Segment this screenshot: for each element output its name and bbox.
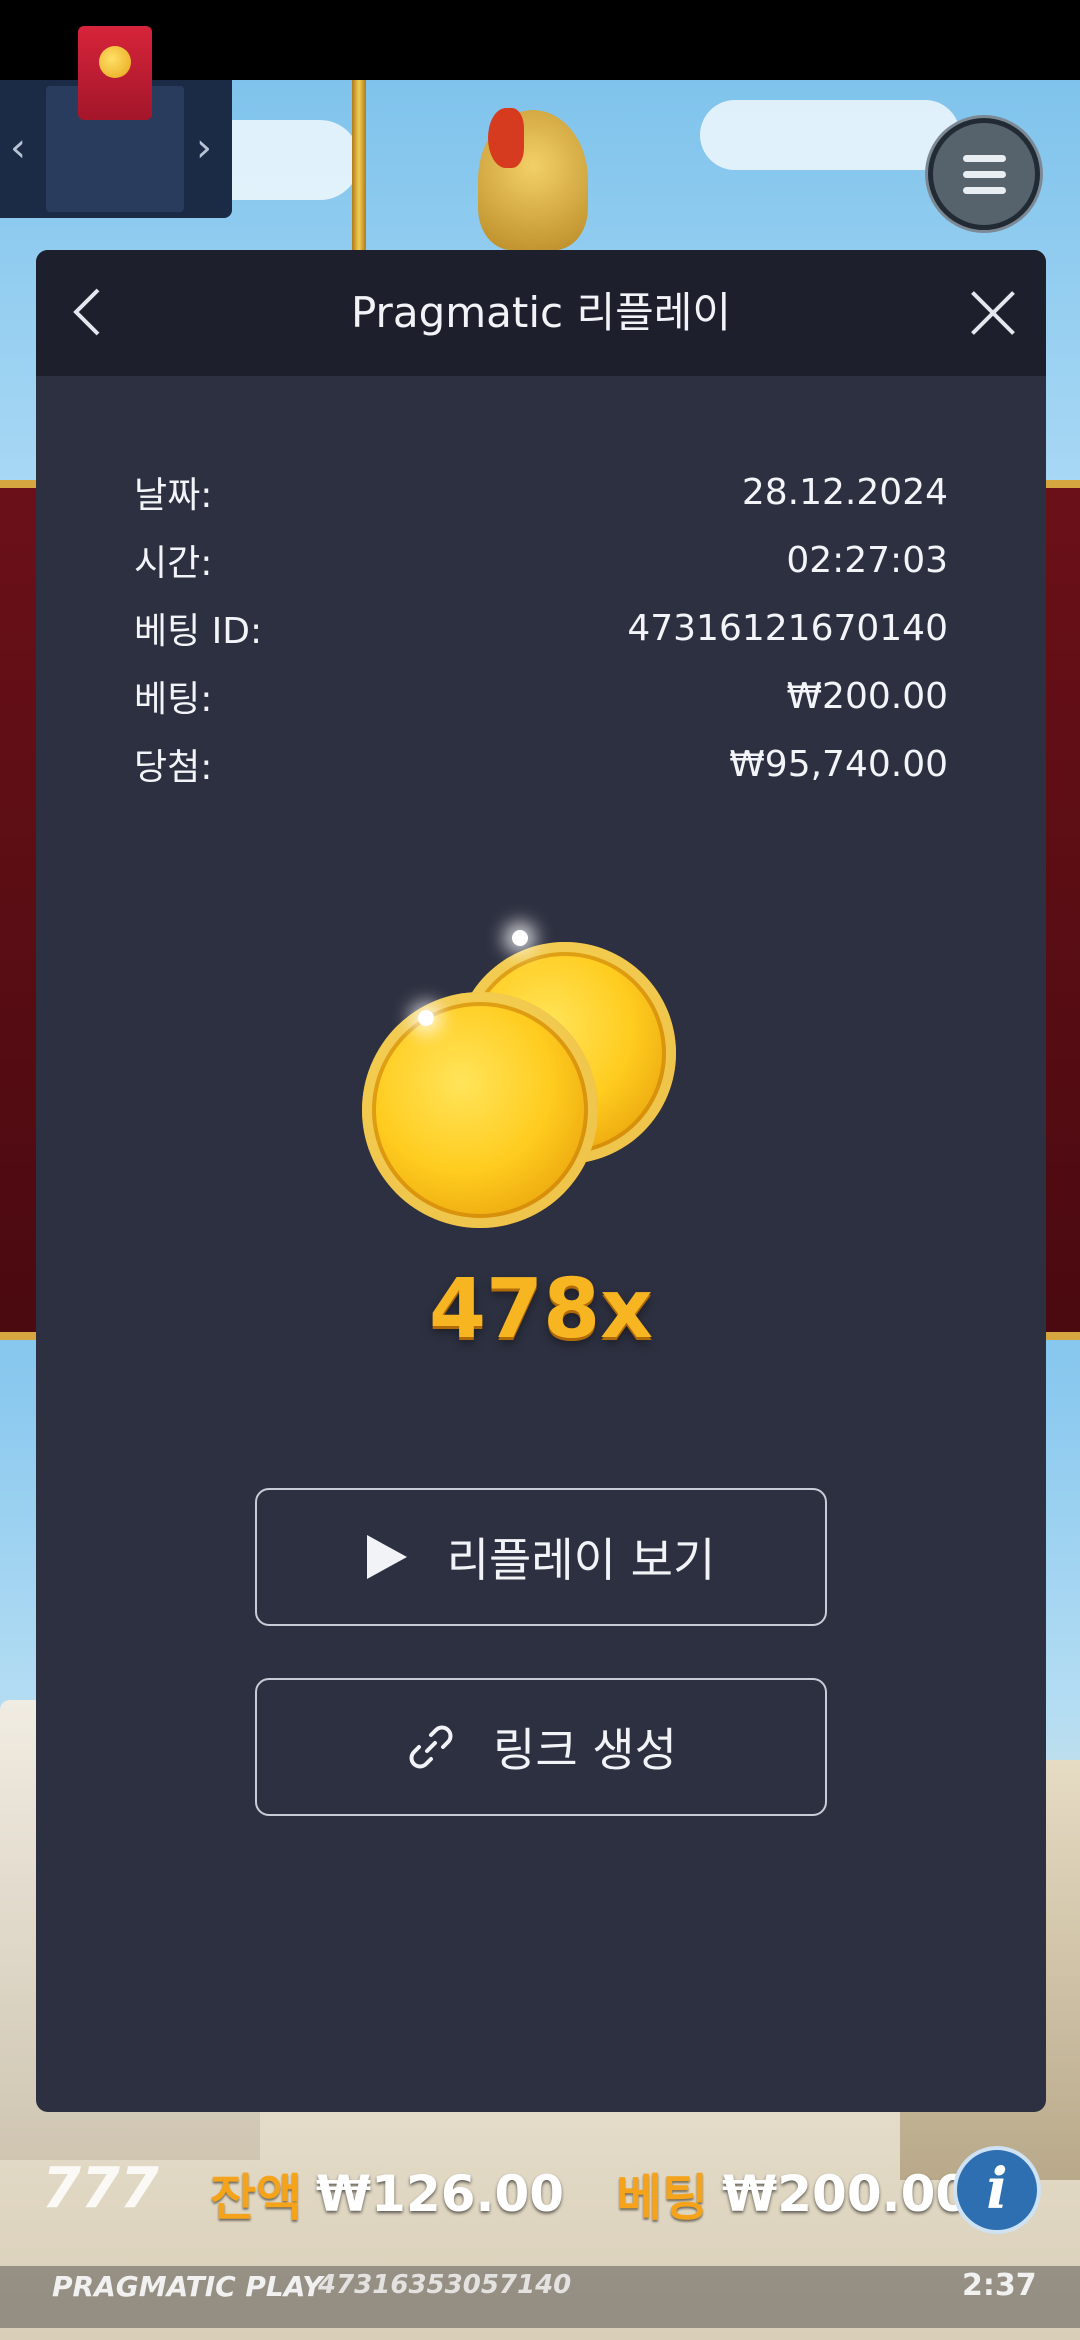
info-icon[interactable]: i: [953, 2146, 1041, 2234]
detail-row-bet-id: 베팅 ID: 47316121670140: [134, 594, 948, 662]
detail-label: 날짜:: [134, 475, 213, 516]
helmet-plume: [488, 108, 524, 168]
menu-bar: [963, 187, 1006, 194]
create-link-button[interactable]: 링크 생성: [255, 1678, 827, 1816]
balance-value: ₩126.00: [316, 2165, 565, 2223]
game-screen: ‹ › Pragmatic 리플레이 날짜: 28.12.2024 시간: 02…: [0, 0, 1080, 2340]
replay-modal: Pragmatic 리플레이 날짜: 28.12.2024 시간: 02:27:…: [36, 250, 1046, 2112]
detail-label: 시간:: [134, 543, 213, 584]
detail-value: 28.12.2024: [741, 471, 948, 513]
cloud: [700, 100, 960, 170]
balance-row: 잔액 ₩126.00 베팅 ₩200.00: [210, 2162, 971, 2227]
spear-decoration: [352, 80, 366, 250]
chevron-left-icon[interactable]: ‹: [10, 120, 26, 176]
bet-label: 베팅: [616, 2169, 709, 2227]
bet-value: ₩200.00: [722, 2165, 971, 2223]
detail-value: ₩200.00: [786, 675, 948, 717]
win-multiplier: 478x: [428, 1262, 654, 1357]
detail-label: 당첨:: [134, 747, 213, 788]
envelope-seal: [99, 46, 131, 78]
detail-value: 02:27:03: [786, 539, 948, 581]
watch-replay-label: 리플레이 보기: [446, 1533, 716, 1587]
round-id: 47316353057140: [318, 2270, 572, 2300]
sparkle: [512, 930, 528, 946]
sparkle: [418, 1010, 434, 1026]
balance-label: 잔액: [210, 2169, 302, 2227]
modal-header: Pragmatic 리플레이: [36, 250, 1046, 376]
play-icon: [366, 1535, 407, 1579]
detail-row-date: 날짜: 28.12.2024: [134, 458, 948, 526]
modal-title: Pragmatic 리플레이: [350, 288, 732, 337]
menu-bar: [963, 171, 1006, 178]
coin: [362, 992, 598, 1228]
clock: 2:37: [962, 2268, 1037, 2303]
hamburger-menu-icon[interactable]: [928, 118, 1040, 230]
detail-row-bet: 베팅: ₩200.00: [134, 662, 948, 730]
detail-label: 베팅:: [134, 679, 213, 720]
detail-value: ₩95,740.00: [729, 743, 948, 785]
chevron-left-icon[interactable]: [58, 280, 122, 344]
menu-bar: [963, 155, 1006, 162]
brand-label: PRAGMATIC PLAY: [52, 2270, 323, 2303]
close-icon[interactable]: [960, 280, 1026, 346]
bet-details: 날짜: 28.12.2024 시간: 02:27:03 베팅 ID: 47316…: [134, 458, 948, 798]
detail-row-win: 당첨: ₩95,740.00: [134, 730, 948, 798]
chevron-right-icon[interactable]: ›: [196, 120, 212, 176]
gold-coins-icon: [362, 890, 722, 1510]
watch-replay-button[interactable]: 리플레이 보기: [255, 1488, 827, 1626]
detail-label: 베팅 ID:: [134, 611, 263, 652]
link-icon: [405, 1721, 457, 1773]
detail-value: 47316121670140: [627, 607, 948, 649]
create-link-label: 링크 생성: [493, 1723, 677, 1777]
game-logo: 777: [42, 2156, 159, 2221]
detail-row-time: 시간: 02:27:03: [134, 526, 948, 594]
